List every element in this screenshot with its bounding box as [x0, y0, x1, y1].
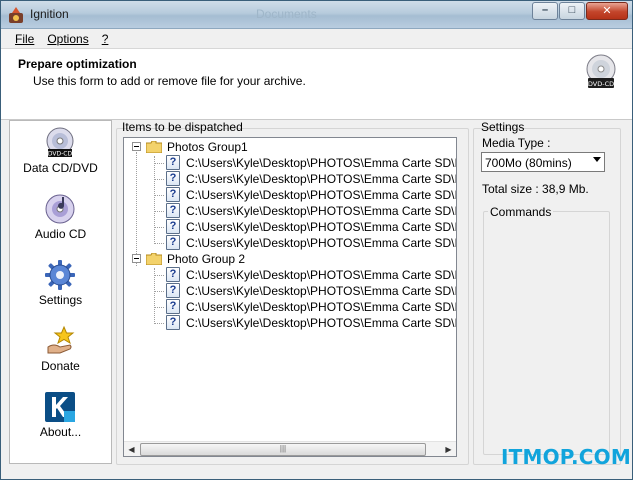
- tree-file-row[interactable]: ? C:\Users\Kyle\Desktop\PHOTOS\Emma Cart…: [124, 219, 457, 235]
- close-button[interactable]: ✕: [586, 2, 628, 20]
- sidebar-item-label: Audio CD: [34, 227, 87, 241]
- scroll-right-icon[interactable]: ▶: [441, 442, 456, 457]
- tree-file-row[interactable]: ? C:\Users\Kyle\Desktop\PHOTOS\Emma Cart…: [124, 315, 457, 331]
- tree-file-path: C:\Users\Kyle\Desktop\PHOTOS\Emma Carte …: [186, 172, 457, 186]
- tree-file-path: C:\Users\Kyle\Desktop\PHOTOS\Emma Carte …: [186, 236, 457, 250]
- unknown-file-icon: ?: [166, 267, 180, 282]
- tree-file-row[interactable]: ? C:\Users\Kyle\Desktop\PHOTOS\Emma Cart…: [124, 299, 457, 315]
- sidebar-item-label: About...: [39, 425, 82, 439]
- data-disc-icon-text: DVD-CD: [48, 151, 73, 158]
- menu-bar: File Options ?: [1, 29, 632, 49]
- tree-group-label: Photo Group 2: [167, 252, 246, 266]
- maximize-icon: □: [568, 4, 576, 16]
- unknown-file-icon: ?: [166, 171, 180, 186]
- unknown-file-icon: ?: [166, 315, 180, 330]
- scroll-left-icon[interactable]: ◀: [124, 442, 139, 457]
- page-title: Prepare optimization: [18, 57, 137, 71]
- tree-file-row[interactable]: ? C:\Users\Kyle\Desktop\PHOTOS\Emma Cart…: [124, 155, 457, 171]
- tree-file-path: C:\Users\Kyle\Desktop\PHOTOS\Emma Carte …: [186, 268, 457, 282]
- sidebar-item-about[interactable]: About...: [10, 385, 111, 451]
- items-groupbox-label: Items to be dispatched: [122, 120, 243, 134]
- sidebar: DVD-CD Data CD/DVD Audio CD Settings Don…: [9, 120, 112, 464]
- donate-star-icon: [47, 325, 75, 354]
- tree-file-path: C:\Users\Kyle\Desktop\PHOTOS\Emma Carte …: [186, 284, 457, 298]
- unknown-file-icon: ?: [166, 187, 180, 202]
- tree-group-photos-group1[interactable]: Photos Group1: [124, 139, 454, 155]
- settings-groupbox-label: Settings: [481, 120, 525, 134]
- tree-file-path: C:\Users\Kyle\Desktop\PHOTOS\Emma Carte …: [186, 188, 457, 202]
- close-icon: ✕: [602, 5, 612, 17]
- sidebar-item-label: Donate: [41, 359, 80, 373]
- unknown-file-icon: ?: [166, 155, 180, 170]
- unknown-file-icon: ?: [166, 203, 180, 218]
- gear-icon: [45, 260, 75, 290]
- minimize-button[interactable]: –: [532, 2, 558, 20]
- scrollbar-grip-icon: |||: [279, 444, 287, 453]
- tree-file-path: C:\Users\Kyle\Desktop\PHOTOS\Emma Carte …: [186, 204, 457, 218]
- media-type-value: 700Mo (80mins): [485, 156, 572, 170]
- unknown-file-icon: ?: [166, 219, 180, 234]
- tree-file-path: C:\Users\Kyle\Desktop\PHOTOS\Emma Carte …: [186, 220, 457, 234]
- minimize-icon: –: [541, 4, 549, 16]
- folder-icon: [146, 253, 162, 265]
- chevron-down-icon: [593, 157, 601, 162]
- tree-file-path: C:\Users\Kyle\Desktop\PHOTOS\Emma Carte …: [186, 156, 457, 170]
- collapse-icon[interactable]: [132, 142, 141, 151]
- media-type-select[interactable]: 700Mo (80mins): [481, 152, 605, 172]
- tree-file-path: C:\Users\Kyle\Desktop\PHOTOS\Emma Carte …: [186, 316, 457, 330]
- menu-help[interactable]: ?: [102, 32, 109, 46]
- commands-groupbox: [483, 211, 610, 455]
- tree-file-row[interactable]: ? C:\Users\Kyle\Desktop\PHOTOS\Emma Cart…: [124, 187, 457, 203]
- folder-icon: [146, 141, 162, 153]
- about-k-icon: [45, 392, 75, 422]
- audio-disc-icon: [45, 194, 75, 224]
- sidebar-item-settings[interactable]: Settings: [10, 253, 111, 319]
- tree-file-row[interactable]: ? C:\Users\Kyle\Desktop\PHOTOS\Emma Cart…: [124, 235, 457, 251]
- tree-horizontal-scrollbar[interactable]: ◀ ||| ▶: [124, 441, 456, 456]
- sidebar-item-label: Data CD/DVD: [23, 161, 98, 175]
- tree-group-label: Photos Group1: [167, 140, 248, 154]
- header-panel: Prepare optimization Use this form to ad…: [1, 49, 632, 120]
- tree-file-row[interactable]: ? C:\Users\Kyle\Desktop\PHOTOS\Emma Cart…: [124, 267, 457, 283]
- watermark: ITMOP.COM: [501, 445, 631, 469]
- tree-file-row[interactable]: ? C:\Users\Kyle\Desktop\PHOTOS\Emma Cart…: [124, 171, 457, 187]
- background-window-title: Documents: [256, 7, 317, 21]
- app-logo-icon: [9, 7, 23, 23]
- sidebar-item-donate[interactable]: Donate: [10, 319, 111, 385]
- unknown-file-icon: ?: [166, 283, 180, 298]
- dvd-cd-icon: DVD-CD: [586, 54, 616, 88]
- app-window: Ignition Documents – □ ✕ File Options ? …: [0, 0, 633, 480]
- media-type-label: Media Type :: [482, 136, 551, 150]
- dvd-cd-icon-text: DVD-CD: [588, 80, 614, 88]
- collapse-icon[interactable]: [132, 254, 141, 263]
- sidebar-item-audio-cd[interactable]: Audio CD: [10, 187, 111, 253]
- maximize-button[interactable]: □: [559, 2, 585, 20]
- data-disc-icon: DVD-CD: [46, 127, 74, 158]
- tree-file-row[interactable]: ? C:\Users\Kyle\Desktop\PHOTOS\Emma Cart…: [124, 283, 457, 299]
- tree-file-row[interactable]: ? C:\Users\Kyle\Desktop\PHOTOS\Emma Cart…: [124, 203, 457, 219]
- tree-file-path: C:\Users\Kyle\Desktop\PHOTOS\Emma Carte …: [186, 300, 457, 314]
- scrollbar-thumb[interactable]: |||: [140, 443, 426, 456]
- menu-options[interactable]: Options: [47, 32, 88, 46]
- items-tree[interactable]: Photos Group1 ? C:\Users\Kyle\Desktop\PH…: [123, 137, 457, 457]
- sidebar-item-data-cd-dvd[interactable]: DVD-CD Data CD/DVD: [10, 121, 111, 187]
- title-bar[interactable]: Ignition Documents – □ ✕: [1, 1, 632, 29]
- menu-file[interactable]: File: [15, 32, 34, 46]
- unknown-file-icon: ?: [166, 235, 180, 250]
- window-title: Ignition: [30, 7, 69, 21]
- total-size: Total size : 38,9 Mb.: [482, 182, 589, 196]
- unknown-file-icon: ?: [166, 299, 180, 314]
- sidebar-item-label: Settings: [38, 293, 83, 307]
- page-subtitle: Use this form to add or remove file for …: [33, 74, 306, 88]
- commands-groupbox-label: Commands: [488, 205, 554, 219]
- tree-group-photo-group-2[interactable]: Photo Group 2: [124, 251, 454, 267]
